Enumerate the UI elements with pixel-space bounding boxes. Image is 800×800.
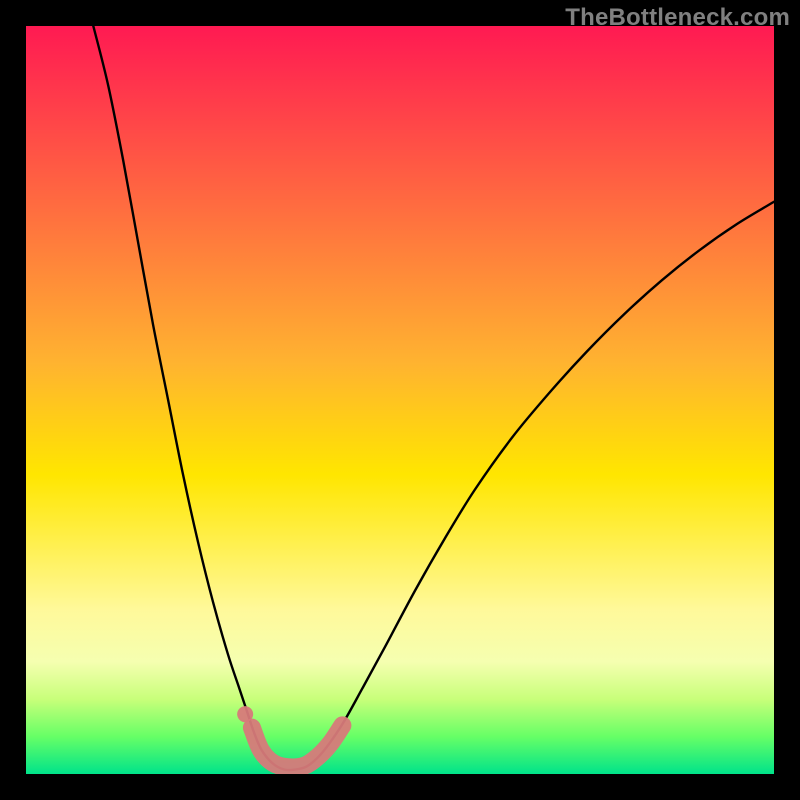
- watermark-label: TheBottleneck.com: [565, 4, 790, 32]
- bottleneck-chart: [0, 0, 800, 800]
- optimal-zone-dot: [237, 706, 253, 722]
- chart-container: TheBottleneck.com: [0, 0, 800, 800]
